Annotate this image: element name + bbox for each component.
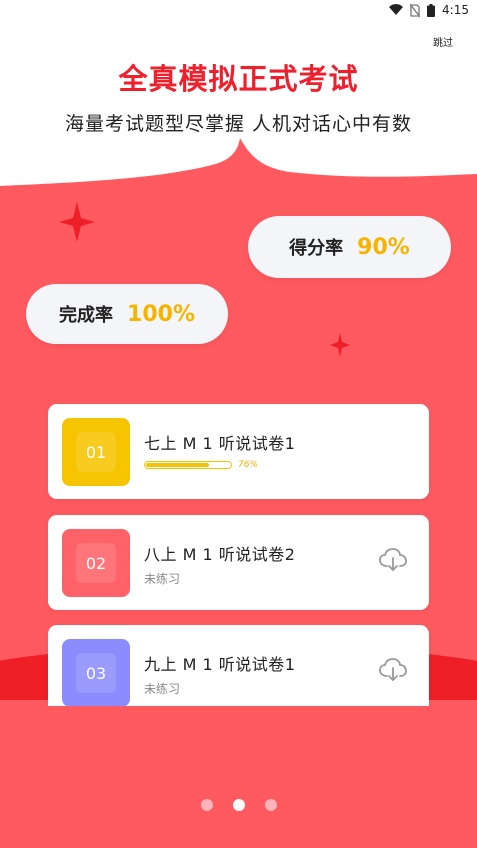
paper-index-badge: 03: [62, 639, 130, 707]
paper-index: 03: [85, 663, 107, 683]
page-dot-active[interactable]: [232, 799, 245, 811]
cloud-download-icon[interactable]: [379, 548, 407, 572]
card-mask: [0, 706, 477, 848]
paper-title: 七上 M 1 听说试卷1: [144, 434, 296, 453]
wifi-icon: [389, 4, 404, 15]
paper-title: 九上 M 1 听说试卷1: [144, 655, 296, 674]
skip-button[interactable]: 跳过: [433, 34, 453, 49]
paper-card[interactable]: 02 八上 M 1 听说试卷2 未练习: [48, 515, 429, 610]
battery-icon: [427, 3, 436, 17]
page-dot[interactable]: [200, 799, 213, 811]
completion-rate-label: 完成率: [59, 305, 114, 326]
paper-card[interactable]: 01 七上 M 1 听说试卷1 76%: [48, 404, 429, 499]
progress-label: 76%: [238, 460, 259, 470]
progress-bar: [144, 461, 232, 469]
paper-title: 八上 M 1 听说试卷2: [144, 545, 296, 564]
progress-fill: [146, 463, 210, 467]
completion-rate-value: 100%: [127, 301, 195, 327]
page-indicator: [0, 799, 477, 811]
status-time: 4:15: [442, 3, 469, 17]
headline: 全真模拟正式考试: [118, 62, 359, 96]
subheadline: 海量考试题型尽掌握 人机对话心中有数: [64, 113, 413, 135]
paper-index: 02: [85, 553, 107, 573]
paper-index-badge: 01: [62, 418, 130, 486]
paper-index: 01: [85, 442, 107, 462]
cloud-download-icon[interactable]: [379, 658, 407, 682]
paper-status: 未练习: [144, 682, 181, 696]
page-dot[interactable]: [264, 799, 277, 811]
no-sim-icon: [410, 3, 421, 17]
paper-index-badge: 02: [62, 529, 130, 597]
score-rate-value: 90%: [357, 234, 410, 260]
score-rate-label: 得分率: [289, 238, 344, 259]
status-bar: 4:15: [0, 0, 477, 22]
score-rate-pill: 得分率 90%: [248, 216, 451, 278]
paper-status: 未练习: [144, 572, 181, 586]
completion-rate-pill: 完成率 100%: [26, 284, 228, 344]
